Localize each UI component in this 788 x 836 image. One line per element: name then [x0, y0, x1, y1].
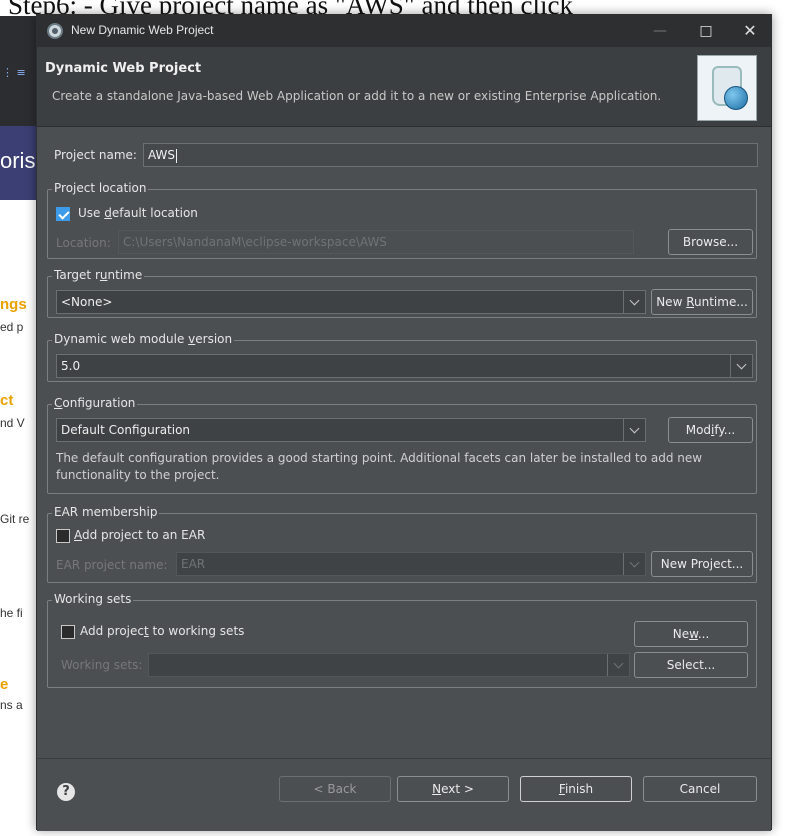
target-runtime-title: Target runtime	[52, 268, 145, 282]
background-fragment: he fi	[0, 606, 23, 620]
ear-membership-title: EAR membership	[52, 505, 160, 519]
module-version-value: 5.0	[61, 359, 81, 373]
working-sets-group: Working sets Add project to working sets…	[47, 592, 757, 688]
cancel-button[interactable]: Cancel	[643, 776, 757, 802]
ear-membership-group: EAR membership Add project to an EAR EAR…	[47, 505, 757, 583]
new-dynamic-web-project-dialog: New Dynamic Web Project — □ ✕ Dynamic We…	[36, 14, 772, 831]
background-fragment: ct	[0, 392, 14, 409]
modify-button[interactable]: Modify...	[668, 417, 753, 443]
ear-project-name-select: EAR	[176, 552, 646, 576]
web-project-wizard-icon	[697, 55, 757, 121]
configuration-title: Configuration	[52, 396, 138, 410]
text-caret	[176, 148, 178, 163]
project-name-value: AWS	[148, 148, 176, 162]
project-name-input[interactable]: AWS	[143, 143, 758, 167]
ear-project-name-label: EAR project name:	[56, 558, 168, 572]
wizard-page-title: Dynamic Web Project	[45, 61, 202, 76]
working-sets-select	[148, 653, 630, 677]
next-button[interactable]: Next >	[397, 776, 509, 802]
minimize-button[interactable]: —	[637, 15, 683, 47]
configuration-description: The default configuration provides a goo…	[56, 451, 703, 482]
background-fragment: e	[0, 676, 9, 693]
module-version-group: Dynamic web module version 5.0	[47, 332, 757, 382]
target-runtime-group: Target runtime <None> New Runtime...	[47, 268, 757, 318]
use-default-location-checkbox[interactable]	[56, 207, 70, 221]
close-button[interactable]: ✕	[727, 15, 773, 47]
location-input: C:\Users\NandanaM\eclipse-workspace\AWS	[118, 230, 634, 254]
location-label: Location:	[56, 236, 111, 250]
chevron-down-icon	[607, 654, 629, 676]
toolbar-icons: ⋮ ≡	[2, 66, 26, 79]
chevron-down-icon	[730, 355, 752, 377]
module-version-title: Dynamic web module version	[52, 332, 235, 346]
target-runtime-value: <None>	[61, 295, 113, 309]
background-fragment: Git re	[0, 512, 30, 526]
background-fragment: ed p	[0, 320, 24, 334]
add-to-ear-checkbox[interactable]	[56, 529, 70, 543]
new-runtime-button[interactable]: New Runtime...	[651, 289, 753, 315]
target-runtime-select[interactable]: <None>	[56, 290, 646, 314]
title-bar[interactable]: New Dynamic Web Project — □ ✕	[37, 15, 771, 47]
eclipse-app-icon	[47, 23, 63, 39]
add-to-working-sets-label[interactable]: Add project to working sets	[80, 624, 244, 638]
ear-project-name-value: EAR	[181, 557, 206, 571]
wizard-page-description: Create a standalone Java-based Web Appli…	[52, 89, 662, 103]
chevron-down-icon	[623, 291, 645, 313]
browse-button[interactable]: Browse...	[668, 229, 753, 255]
project-name-label: Project name:	[54, 148, 137, 162]
use-default-location-label[interactable]: Use default location	[78, 206, 198, 220]
background-fragment: ns a	[0, 698, 23, 712]
configuration-value: Default Configuration	[61, 423, 191, 437]
wizard-footer: ? < Back Next > Finish Cancel	[37, 759, 771, 831]
project-location-group: Project location Use default location Lo…	[47, 181, 757, 259]
module-version-select[interactable]: 5.0	[56, 354, 753, 378]
project-location-title: Project location	[52, 181, 149, 195]
background-fragment: ngs	[0, 296, 27, 313]
maximize-button[interactable]: □	[683, 15, 729, 47]
wizard-header: Dynamic Web Project Create a standalone …	[37, 47, 771, 127]
finish-button[interactable]: Finish	[520, 776, 632, 802]
help-icon[interactable]: ?	[57, 783, 75, 801]
globe-icon	[724, 86, 748, 110]
chevron-down-icon	[623, 553, 645, 575]
select-working-sets-button[interactable]: Select...	[634, 652, 748, 678]
new-ear-project-button[interactable]: New Project...	[651, 551, 753, 577]
new-working-set-button[interactable]: New...	[634, 621, 748, 647]
background-banner-text: oris	[0, 148, 36, 173]
working-sets-label: Working sets:	[61, 658, 143, 672]
window-title: New Dynamic Web Project	[71, 23, 214, 37]
working-sets-title: Working sets	[52, 592, 134, 606]
add-to-working-sets-checkbox[interactable]	[61, 625, 75, 639]
background-fragment: nd V	[0, 416, 25, 430]
add-to-ear-label[interactable]: Add project to an EAR	[74, 528, 205, 542]
configuration-select[interactable]: Default Configuration	[56, 418, 646, 442]
back-button[interactable]: < Back	[279, 776, 391, 802]
wizard-body: Project name: AWS Project location Use d…	[37, 128, 771, 758]
chevron-down-icon	[623, 419, 645, 441]
configuration-group: Configuration Default Configuration Modi…	[47, 396, 757, 494]
